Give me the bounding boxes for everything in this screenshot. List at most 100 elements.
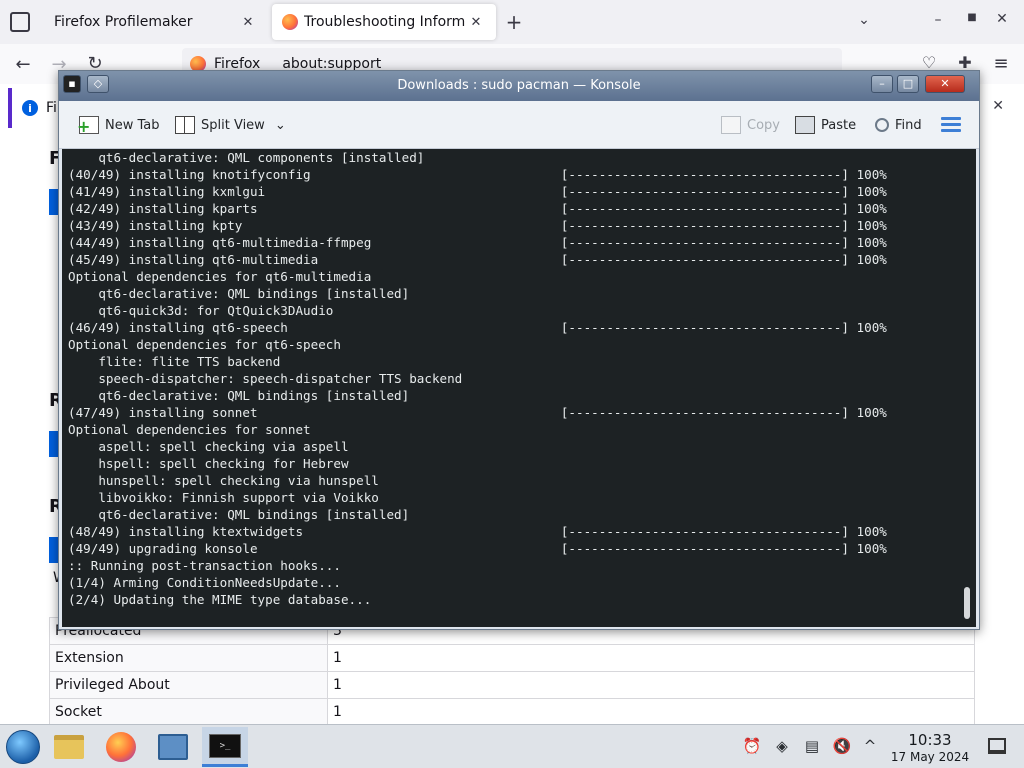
taskbar: >_ ⏰ ◈ ▤ 🔇 ^ 10:33 17 May 2024 — [0, 724, 1024, 768]
clock-date: 17 May 2024 — [890, 750, 970, 764]
copy-button[interactable]: Copy — [721, 114, 780, 136]
find-label: Find — [895, 117, 922, 133]
taskbar-firefox[interactable] — [98, 727, 144, 767]
new-tab-label: New Tab — [105, 117, 160, 133]
split-view-icon — [175, 116, 195, 134]
notice-text: Fi — [46, 100, 57, 116]
terminal-line: Optional dependencies for qt6-multimedia — [68, 269, 372, 284]
start-orb-icon — [6, 730, 40, 764]
taskbar-file-manager[interactable] — [46, 727, 92, 767]
minimize-icon[interactable]: – — [928, 12, 948, 28]
app-menu-icon[interactable]: ≡ — [990, 53, 1012, 74]
volume-muted-icon[interactable]: 🔇 — [832, 736, 852, 756]
notice-close-icon[interactable]: ✕ — [992, 98, 1004, 114]
chevron-down-icon[interactable]: ⌄ — [275, 118, 286, 133]
terminal-line: (48/49) installing ktextwidgets [-------… — [68, 524, 887, 539]
maximize-icon[interactable]: ■ — [962, 12, 982, 23]
table-row: Extension 1 — [49, 644, 975, 672]
find-button[interactable]: Find — [875, 114, 922, 136]
notifications-icon[interactable]: ⏰ — [742, 736, 762, 756]
terminal-line: (41/49) installing kxmlgui [------------… — [68, 184, 887, 199]
terminal-line: (42/49) installing kparts [-------------… — [68, 201, 887, 216]
terminal-line: :: Running post-transaction hooks... — [68, 558, 341, 573]
table-cell-value: 1 — [327, 698, 975, 726]
close-icon[interactable]: ✕ — [238, 15, 258, 30]
firefox-favicon-icon — [282, 14, 298, 30]
terminal-line: libvoikko: Finnish support via Voikko — [68, 490, 379, 505]
minimize-icon[interactable]: – — [871, 75, 893, 93]
terminal-output[interactable]: qt6-declarative: QML components [install… — [62, 149, 976, 627]
table-row: Privileged About 1 — [49, 671, 975, 699]
terminal-line: hspell: spell checking for Hebrew — [68, 456, 349, 471]
tab-profilemaker-title: Firefox Profilemaker — [54, 14, 193, 30]
terminal-line: qt6-declarative: QML components [install… — [68, 150, 425, 165]
terminal-line: Optional dependencies for qt6-speech — [68, 337, 341, 352]
folder-icon — [54, 735, 84, 759]
taskbar-konsole[interactable]: >_ — [202, 727, 248, 767]
terminal-line: (47/49) installing sonnet [-------------… — [68, 405, 887, 420]
clock-time: 10:33 — [908, 731, 952, 749]
table-row: Socket 1 — [49, 698, 975, 726]
hamburger-menu-icon[interactable] — [941, 117, 961, 133]
firefox-tab-bar: Firefox Profilemaker ✕ Troubleshooting I… — [0, 0, 1024, 44]
back-icon[interactable]: ← — [12, 54, 34, 75]
paste-icon — [795, 116, 815, 134]
terminal-line: hunspell: spell checking via hunspell — [68, 473, 379, 488]
konsole-icon: >_ — [209, 733, 241, 758]
terminal-line: flite: flite TTS backend — [68, 354, 281, 369]
new-tab-icon — [77, 116, 99, 134]
terminal-text: qt6-declarative: QML components [install… — [68, 149, 887, 608]
copy-label: Copy — [747, 117, 780, 133]
terminal-line: (40/49) installing knotifyconfig [------… — [68, 167, 887, 182]
close-icon[interactable]: ✕ — [925, 75, 965, 93]
table-cell-name: Extension — [49, 644, 328, 672]
tab-profilemaker[interactable]: Firefox Profilemaker ✕ — [44, 4, 268, 40]
terminal-line: (45/49) installing qt6-multimedia [-----… — [68, 252, 887, 267]
tab-list-icon[interactable] — [10, 12, 30, 32]
terminal-line: (43/49) installing kpty [---------------… — [68, 218, 887, 233]
terminal-line: qt6-quick3d: for QtQuick3DAudio — [68, 303, 334, 318]
table-cell-value: 1 — [327, 671, 975, 699]
system-settings-icon — [158, 734, 188, 760]
tab-troubleshooting-title: Troubleshooting Informa — [304, 14, 466, 30]
table-cell-name: Privileged About — [49, 671, 328, 699]
tab-troubleshooting[interactable]: Troubleshooting Informa ✕ — [272, 4, 496, 40]
terminal-scrollbar[interactable] — [964, 587, 970, 619]
split-view-button[interactable]: Split View ⌄ — [175, 114, 286, 136]
terminal-line: (2/4) Updating the MIME type database... — [68, 592, 372, 607]
chevron-down-icon[interactable]: ⌄ — [854, 12, 874, 28]
clipboard-icon[interactable]: ▤ — [802, 736, 822, 756]
konsole-window: ▪ ◇ Downloads : sudo pacman — Konsole – … — [58, 70, 980, 630]
terminal-line: qt6-declarative: QML bindings [installed… — [68, 286, 410, 301]
close-icon[interactable]: ✕ — [466, 15, 486, 30]
maximize-icon[interactable]: □ — [897, 75, 919, 93]
terminal-line: qt6-declarative: QML bindings [installed… — [68, 507, 410, 522]
terminal-line: (49/49) upgrading konsole [-------------… — [68, 541, 887, 556]
close-window-icon[interactable]: ✕ — [992, 11, 1012, 27]
search-icon — [875, 118, 889, 132]
paste-label: Paste — [821, 117, 857, 133]
split-view-label: Split View — [201, 117, 265, 133]
new-tab-button[interactable]: + — [504, 10, 524, 34]
info-icon: i — [22, 100, 38, 116]
terminal-line: (46/49) installing qt6-speech [---------… — [68, 320, 887, 335]
terminal-line: speech-dispatcher: speech-dispatcher TTS… — [68, 371, 463, 386]
konsole-title-bar[interactable]: ▪ ◇ Downloads : sudo pacman — Konsole – … — [59, 71, 979, 101]
process-table: Preallocated 3 Extension 1 Privileged Ab… — [49, 617, 975, 726]
terminal-line: Optional dependencies for sonnet — [68, 422, 311, 437]
terminal-line: (44/49) installing qt6-multimedia-ffmpeg… — [68, 235, 887, 250]
new-tab-button[interactable]: New Tab — [77, 114, 160, 136]
chevron-up-icon[interactable]: ^ — [860, 736, 880, 756]
show-desktop-icon[interactable] — [988, 738, 1006, 754]
terminal-line: (1/4) Arming ConditionNeedsUpdate... — [68, 575, 341, 590]
copy-icon — [721, 116, 741, 134]
konsole-title: Downloads : sudo pacman — Konsole — [397, 78, 641, 93]
table-cell-value: 1 — [327, 644, 975, 672]
clock[interactable]: 10:33 17 May 2024 — [888, 732, 972, 765]
paste-button[interactable]: Paste — [795, 114, 856, 136]
start-menu-button[interactable] — [0, 727, 46, 767]
table-cell-name: Socket — [49, 698, 328, 726]
terminal-line: aspell: spell checking via aspell — [68, 439, 349, 454]
taskbar-system-settings[interactable] — [150, 727, 196, 767]
vault-icon[interactable]: ◈ — [772, 736, 792, 756]
